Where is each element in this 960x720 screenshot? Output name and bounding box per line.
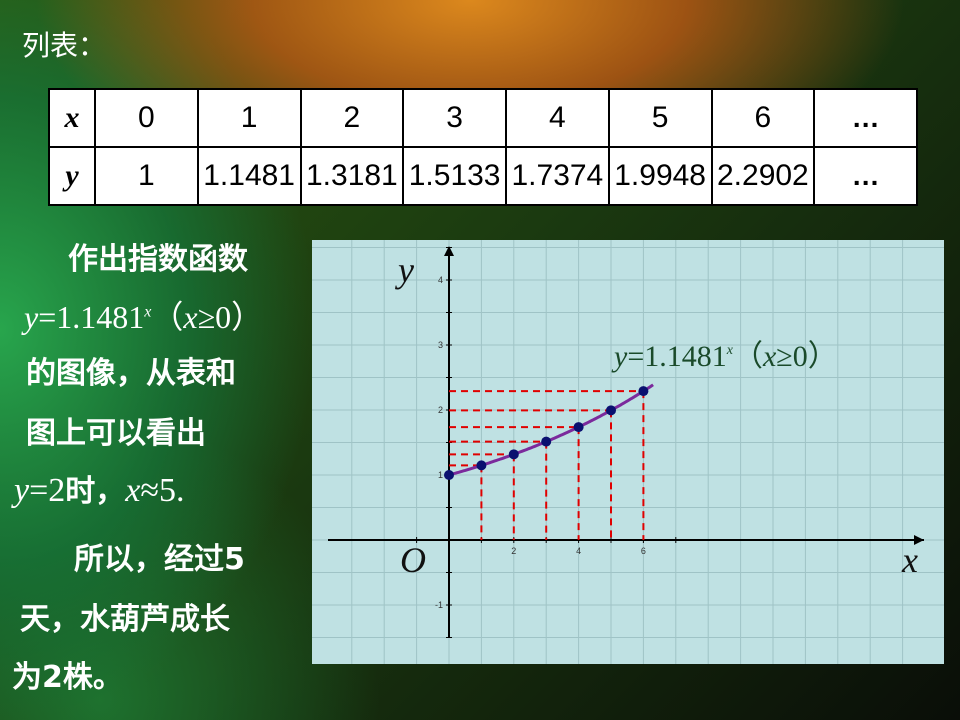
value-table: x 0 1 2 3 4 5 6 … y 1 1.1481 1.3181 1.51…: [48, 88, 918, 206]
table-cell: 1: [94, 146, 199, 206]
text-line-3: 的图像，从表和: [26, 356, 236, 391]
formula-eq: =1.1481: [38, 299, 145, 335]
conclusion-mid: 时，: [65, 474, 126, 509]
conclusion-y: y: [14, 472, 30, 509]
x-tick-label: 6: [641, 546, 646, 556]
x-tick-label: 4: [576, 546, 581, 556]
conclusion-math-2: x≈5.: [125, 472, 184, 509]
table-cell: 5: [607, 88, 713, 148]
conclusion-x: x: [125, 472, 141, 509]
table-cell: 1.5133: [402, 146, 507, 206]
x-axis-label: x: [901, 540, 918, 580]
data-point: [444, 470, 454, 480]
table-row-y: y 1 1.1481 1.3181 1.5133 1.7374 1.9948 2…: [48, 146, 918, 206]
table-cell: 1.9948: [607, 146, 713, 206]
y-tick-label: -1: [435, 600, 443, 610]
data-point: [541, 436, 552, 447]
conclusion-rest: ≈5.: [140, 472, 185, 509]
x-tick-label: 2: [511, 546, 516, 556]
formula-line: y=1.1481x（x≥0）: [24, 292, 263, 338]
y-tick-label: 4: [438, 275, 443, 285]
formula-cond-x: x: [183, 299, 198, 335]
formula-cond-rest: ≥0）: [197, 299, 264, 335]
y-axis-label: y: [395, 250, 414, 290]
table-cell: 2: [299, 88, 405, 148]
data-point: [638, 386, 649, 397]
table-cell: 1.1481: [196, 146, 302, 206]
table-cell: 6: [710, 88, 816, 148]
table-cell: 1: [196, 88, 302, 148]
table-cell: 4: [505, 88, 610, 148]
table-cell: 1.7374: [505, 146, 610, 206]
table-cell: 2.2902: [710, 146, 816, 206]
text-line-4: 图上可以看出: [26, 416, 206, 451]
table-cell: 0: [94, 88, 199, 148]
formula-cond-open: （: [151, 299, 184, 335]
data-point: [476, 460, 487, 471]
heading: 列表：: [22, 29, 107, 62]
text-line-1: 作出指数函数: [68, 242, 248, 277]
table-ellipsis: …: [813, 146, 918, 206]
text-line-6: 所以，经过5: [74, 542, 245, 577]
row-label-y: y: [48, 146, 96, 206]
y-tick-label: 3: [438, 340, 443, 350]
conclusion-math-1: y=2: [14, 472, 65, 509]
data-point: [508, 449, 519, 460]
conclusion-eq: =2: [29, 472, 66, 509]
table-row-x: x 0 1 2 3 4 5 6 …: [48, 88, 918, 148]
data-point: [606, 405, 616, 416]
text-line-8: 为2株。: [12, 660, 123, 695]
formula-y: y: [24, 299, 39, 335]
formula: y=1.1481x（x≥0）: [24, 299, 263, 335]
table-ellipsis: …: [813, 88, 918, 148]
plot-panel: 2 4 6 -1 1 2 3 4 x y Oy=1.1481x（x≥0）: [312, 240, 944, 664]
curve-label: y=1.1481x（x≥0）: [611, 340, 838, 373]
table-cell: 3: [402, 88, 507, 148]
row-label-x: x: [48, 88, 96, 148]
data-point: [573, 422, 584, 433]
text-line-7: 天，水葫芦成长: [20, 602, 230, 637]
table-cell: 1.3181: [299, 146, 405, 206]
exponential-chart: 2 4 6 -1 1 2 3 4 x y Oy=1.1481x（x≥0）: [312, 240, 944, 664]
conclusion-line: y=2时，x≈5.: [14, 466, 185, 510]
y-tick-label: 1: [438, 470, 443, 480]
y-tick-label: 2: [438, 405, 443, 415]
origin-label: O: [400, 540, 426, 580]
